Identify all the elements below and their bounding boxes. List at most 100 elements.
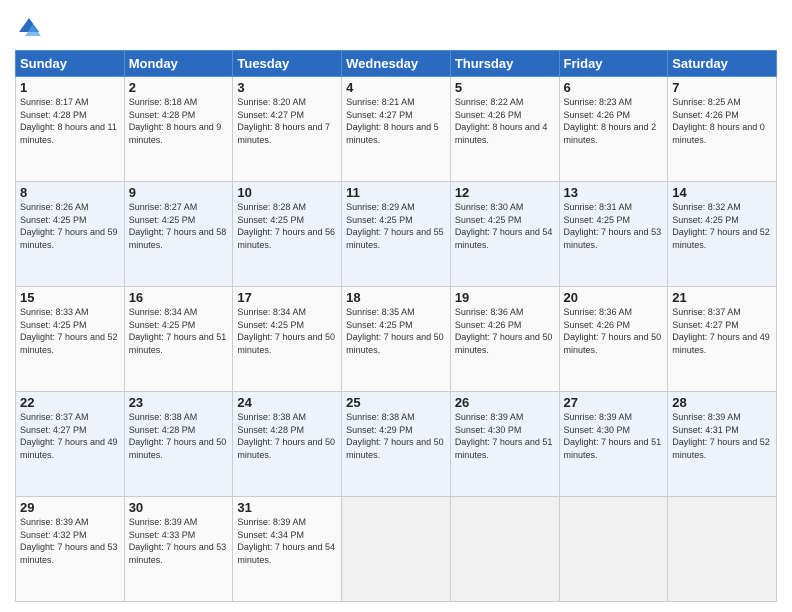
day-info: Sunrise: 8:23 AMSunset: 4:26 PMDaylight:…	[564, 97, 657, 145]
day-info: Sunrise: 8:26 AMSunset: 4:25 PMDaylight:…	[20, 202, 118, 250]
day-cell: 14 Sunrise: 8:32 AMSunset: 4:25 PMDaylig…	[668, 182, 777, 287]
day-info: Sunrise: 8:39 AMSunset: 4:30 PMDaylight:…	[564, 412, 662, 460]
day-info: Sunrise: 8:20 AMSunset: 4:27 PMDaylight:…	[237, 97, 330, 145]
day-info: Sunrise: 8:39 AMSunset: 4:34 PMDaylight:…	[237, 517, 335, 565]
day-number: 24	[237, 395, 337, 410]
day-number: 17	[237, 290, 337, 305]
day-number: 19	[455, 290, 555, 305]
day-number: 1	[20, 80, 120, 95]
day-cell: 20 Sunrise: 8:36 AMSunset: 4:26 PMDaylig…	[559, 287, 668, 392]
day-info: Sunrise: 8:29 AMSunset: 4:25 PMDaylight:…	[346, 202, 444, 250]
day-info: Sunrise: 8:34 AMSunset: 4:25 PMDaylight:…	[129, 307, 227, 355]
weekday-saturday: Saturday	[668, 51, 777, 77]
weekday-wednesday: Wednesday	[342, 51, 451, 77]
day-cell	[450, 497, 559, 602]
day-info: Sunrise: 8:39 AMSunset: 4:32 PMDaylight:…	[20, 517, 118, 565]
day-cell: 8 Sunrise: 8:26 AMSunset: 4:25 PMDayligh…	[16, 182, 125, 287]
day-number: 4	[346, 80, 446, 95]
weekday-friday: Friday	[559, 51, 668, 77]
day-info: Sunrise: 8:22 AMSunset: 4:26 PMDaylight:…	[455, 97, 548, 145]
day-info: Sunrise: 8:39 AMSunset: 4:30 PMDaylight:…	[455, 412, 553, 460]
day-number: 23	[129, 395, 229, 410]
day-info: Sunrise: 8:36 AMSunset: 4:26 PMDaylight:…	[455, 307, 553, 355]
day-number: 25	[346, 395, 446, 410]
day-info: Sunrise: 8:39 AMSunset: 4:33 PMDaylight:…	[129, 517, 227, 565]
day-number: 26	[455, 395, 555, 410]
day-info: Sunrise: 8:38 AMSunset: 4:28 PMDaylight:…	[237, 412, 335, 460]
day-info: Sunrise: 8:38 AMSunset: 4:28 PMDaylight:…	[129, 412, 227, 460]
day-info: Sunrise: 8:37 AMSunset: 4:27 PMDaylight:…	[20, 412, 118, 460]
day-cell: 26 Sunrise: 8:39 AMSunset: 4:30 PMDaylig…	[450, 392, 559, 497]
day-number: 10	[237, 185, 337, 200]
day-cell: 6 Sunrise: 8:23 AMSunset: 4:26 PMDayligh…	[559, 77, 668, 182]
day-info: Sunrise: 8:25 AMSunset: 4:26 PMDaylight:…	[672, 97, 765, 145]
week-row-2: 8 Sunrise: 8:26 AMSunset: 4:25 PMDayligh…	[16, 182, 777, 287]
weekday-tuesday: Tuesday	[233, 51, 342, 77]
day-cell: 2 Sunrise: 8:18 AMSunset: 4:28 PMDayligh…	[124, 77, 233, 182]
day-cell: 1 Sunrise: 8:17 AMSunset: 4:28 PMDayligh…	[16, 77, 125, 182]
day-cell: 15 Sunrise: 8:33 AMSunset: 4:25 PMDaylig…	[16, 287, 125, 392]
day-info: Sunrise: 8:18 AMSunset: 4:28 PMDaylight:…	[129, 97, 222, 145]
day-number: 22	[20, 395, 120, 410]
day-info: Sunrise: 8:33 AMSunset: 4:25 PMDaylight:…	[20, 307, 118, 355]
day-cell: 25 Sunrise: 8:38 AMSunset: 4:29 PMDaylig…	[342, 392, 451, 497]
day-number: 21	[672, 290, 772, 305]
day-cell	[668, 497, 777, 602]
day-number: 7	[672, 80, 772, 95]
day-number: 11	[346, 185, 446, 200]
day-cell: 28 Sunrise: 8:39 AMSunset: 4:31 PMDaylig…	[668, 392, 777, 497]
day-cell: 16 Sunrise: 8:34 AMSunset: 4:25 PMDaylig…	[124, 287, 233, 392]
week-row-5: 29 Sunrise: 8:39 AMSunset: 4:32 PMDaylig…	[16, 497, 777, 602]
day-number: 18	[346, 290, 446, 305]
day-cell: 13 Sunrise: 8:31 AMSunset: 4:25 PMDaylig…	[559, 182, 668, 287]
day-info: Sunrise: 8:35 AMSunset: 4:25 PMDaylight:…	[346, 307, 444, 355]
day-cell: 27 Sunrise: 8:39 AMSunset: 4:30 PMDaylig…	[559, 392, 668, 497]
calendar: SundayMondayTuesdayWednesdayThursdayFrid…	[15, 50, 777, 602]
day-number: 5	[455, 80, 555, 95]
day-cell: 18 Sunrise: 8:35 AMSunset: 4:25 PMDaylig…	[342, 287, 451, 392]
day-info: Sunrise: 8:28 AMSunset: 4:25 PMDaylight:…	[237, 202, 335, 250]
weekday-monday: Monday	[124, 51, 233, 77]
logo	[15, 14, 47, 42]
day-number: 30	[129, 500, 229, 515]
day-info: Sunrise: 8:27 AMSunset: 4:25 PMDaylight:…	[129, 202, 227, 250]
weekday-sunday: Sunday	[16, 51, 125, 77]
day-info: Sunrise: 8:32 AMSunset: 4:25 PMDaylight:…	[672, 202, 770, 250]
day-cell	[559, 497, 668, 602]
weekday-thursday: Thursday	[450, 51, 559, 77]
day-info: Sunrise: 8:36 AMSunset: 4:26 PMDaylight:…	[564, 307, 662, 355]
day-cell: 17 Sunrise: 8:34 AMSunset: 4:25 PMDaylig…	[233, 287, 342, 392]
day-info: Sunrise: 8:21 AMSunset: 4:27 PMDaylight:…	[346, 97, 439, 145]
day-cell: 21 Sunrise: 8:37 AMSunset: 4:27 PMDaylig…	[668, 287, 777, 392]
day-cell: 5 Sunrise: 8:22 AMSunset: 4:26 PMDayligh…	[450, 77, 559, 182]
day-number: 9	[129, 185, 229, 200]
day-number: 31	[237, 500, 337, 515]
day-info: Sunrise: 8:17 AMSunset: 4:28 PMDaylight:…	[20, 97, 117, 145]
day-cell: 12 Sunrise: 8:30 AMSunset: 4:25 PMDaylig…	[450, 182, 559, 287]
page: SundayMondayTuesdayWednesdayThursdayFrid…	[0, 0, 792, 612]
day-number: 6	[564, 80, 664, 95]
day-cell	[342, 497, 451, 602]
week-row-3: 15 Sunrise: 8:33 AMSunset: 4:25 PMDaylig…	[16, 287, 777, 392]
day-cell: 19 Sunrise: 8:36 AMSunset: 4:26 PMDaylig…	[450, 287, 559, 392]
day-number: 8	[20, 185, 120, 200]
day-number: 20	[564, 290, 664, 305]
day-cell: 29 Sunrise: 8:39 AMSunset: 4:32 PMDaylig…	[16, 497, 125, 602]
logo-icon	[15, 14, 43, 42]
day-number: 28	[672, 395, 772, 410]
day-cell: 7 Sunrise: 8:25 AMSunset: 4:26 PMDayligh…	[668, 77, 777, 182]
header	[15, 10, 777, 42]
week-row-1: 1 Sunrise: 8:17 AMSunset: 4:28 PMDayligh…	[16, 77, 777, 182]
day-cell: 22 Sunrise: 8:37 AMSunset: 4:27 PMDaylig…	[16, 392, 125, 497]
day-number: 12	[455, 185, 555, 200]
day-cell: 9 Sunrise: 8:27 AMSunset: 4:25 PMDayligh…	[124, 182, 233, 287]
day-number: 27	[564, 395, 664, 410]
day-info: Sunrise: 8:34 AMSunset: 4:25 PMDaylight:…	[237, 307, 335, 355]
day-number: 15	[20, 290, 120, 305]
day-number: 3	[237, 80, 337, 95]
day-number: 2	[129, 80, 229, 95]
day-cell: 23 Sunrise: 8:38 AMSunset: 4:28 PMDaylig…	[124, 392, 233, 497]
day-cell: 30 Sunrise: 8:39 AMSunset: 4:33 PMDaylig…	[124, 497, 233, 602]
week-row-4: 22 Sunrise: 8:37 AMSunset: 4:27 PMDaylig…	[16, 392, 777, 497]
day-cell: 4 Sunrise: 8:21 AMSunset: 4:27 PMDayligh…	[342, 77, 451, 182]
